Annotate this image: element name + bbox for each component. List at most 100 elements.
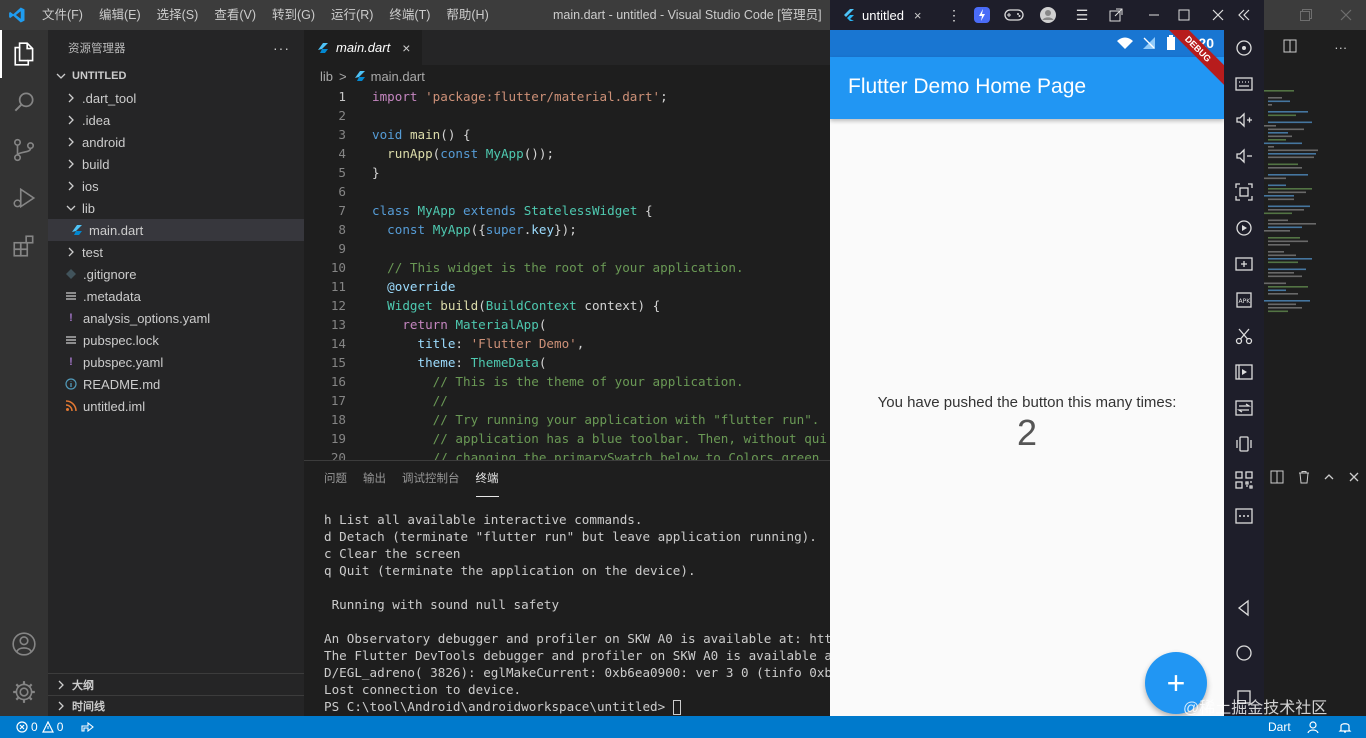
more-horizontal-icon[interactable] bbox=[1224, 502, 1264, 530]
tree-item[interactable]: .gitignore bbox=[48, 263, 304, 285]
location-icon[interactable] bbox=[1224, 34, 1264, 62]
text-file-icon bbox=[64, 289, 78, 303]
video-record-icon[interactable] bbox=[1224, 358, 1264, 386]
tree-item[interactable]: .metadata bbox=[48, 285, 304, 307]
volume-down-icon[interactable] bbox=[1224, 142, 1264, 170]
menu-go[interactable]: 转到(G) bbox=[264, 0, 323, 30]
chevron-up-icon[interactable] bbox=[1323, 470, 1335, 486]
search-activity-button[interactable] bbox=[0, 78, 48, 126]
add-screen-icon[interactable] bbox=[1224, 250, 1264, 278]
tree-item[interactable]: lib bbox=[48, 197, 304, 219]
rotate-icon[interactable] bbox=[1224, 214, 1264, 242]
tab-main-dart[interactable]: main.dart × bbox=[304, 30, 422, 65]
terminal-line: D/EGL_adreno( 3826): eglMakeCurrent: 0xb… bbox=[324, 665, 830, 680]
accounts-activity-button[interactable] bbox=[0, 620, 48, 668]
external-window-icon[interactable] bbox=[1106, 5, 1126, 25]
menu-view[interactable]: 查看(V) bbox=[206, 0, 264, 30]
language-mode-status[interactable]: Dart bbox=[1268, 716, 1291, 738]
menu-selection[interactable]: 选择(S) bbox=[149, 0, 207, 30]
tree-item-label: .metadata bbox=[83, 288, 141, 304]
tree-item[interactable]: ! pubspec.yaml bbox=[48, 351, 304, 373]
tree-item[interactable]: android bbox=[48, 131, 304, 153]
trash-icon[interactable] bbox=[1297, 470, 1311, 487]
tree-item-label: pubspec.lock bbox=[83, 332, 159, 348]
tree-item[interactable]: pubspec.lock bbox=[48, 329, 304, 351]
info-file-icon bbox=[64, 377, 78, 391]
terminal-output[interactable]: h List all available interactive command… bbox=[324, 511, 830, 715]
sync-icon[interactable] bbox=[1224, 394, 1264, 422]
shake-icon[interactable] bbox=[1224, 430, 1264, 458]
tree-item[interactable]: main.dart bbox=[48, 219, 304, 241]
app-shortcut-icon[interactable] bbox=[972, 5, 992, 25]
tab-close-button[interactable]: × bbox=[402, 40, 410, 56]
breadcrumb-folder[interactable]: lib bbox=[320, 69, 333, 84]
manage-activity-button[interactable] bbox=[0, 668, 48, 716]
outline-section-header[interactable]: 大纲 bbox=[48, 673, 304, 695]
tree-item[interactable]: ! analysis_options.yaml bbox=[48, 307, 304, 329]
menu-edit[interactable]: 编辑(E) bbox=[91, 0, 149, 30]
menu-file[interactable]: 文件(F) bbox=[34, 0, 91, 30]
gamepad-icon[interactable] bbox=[1004, 5, 1024, 25]
more-actions-button[interactable]: ··· bbox=[273, 40, 290, 56]
scissors-icon[interactable] bbox=[1224, 322, 1264, 350]
back-icon[interactable] bbox=[1224, 594, 1264, 622]
problems-status[interactable]: 0 0 bbox=[16, 716, 63, 738]
restore-window-button[interactable] bbox=[1286, 0, 1326, 30]
keyboard-icon[interactable] bbox=[1224, 70, 1264, 98]
workspace-section-header[interactable]: UNTITLED bbox=[48, 65, 304, 87]
tree-item[interactable]: .dart_tool bbox=[48, 87, 304, 109]
source-control-activity-button[interactable] bbox=[0, 126, 48, 174]
tree-item[interactable]: README.md bbox=[48, 373, 304, 395]
maximize-icon[interactable] bbox=[1174, 5, 1194, 25]
more-icon[interactable]: ··· bbox=[1334, 40, 1347, 55]
run-debug-activity-button[interactable] bbox=[0, 174, 48, 222]
explorer-activity-button[interactable] bbox=[0, 30, 48, 78]
tab-output[interactable]: 输出 bbox=[363, 461, 386, 497]
extensions-activity-button[interactable] bbox=[0, 222, 48, 270]
breadcrumb-file[interactable]: main.dart bbox=[371, 69, 425, 84]
close-icon[interactable] bbox=[1348, 470, 1360, 486]
close-icon[interactable] bbox=[1208, 5, 1228, 25]
tree-item[interactable]: build bbox=[48, 153, 304, 175]
minimap-line bbox=[1268, 307, 1302, 309]
terminal-prompt-line[interactable]: PS C:\tool\Android\androidworkspace\unti… bbox=[324, 698, 830, 715]
tree-item[interactable]: .idea bbox=[48, 109, 304, 131]
code-line: 16 // This is the theme of your applicat… bbox=[304, 372, 830, 391]
feedback-status[interactable] bbox=[1306, 716, 1320, 738]
collapse-sidebar-icon[interactable] bbox=[1234, 5, 1254, 25]
code-editor[interactable]: 1 import 'package:flutter/material.dart';… bbox=[304, 87, 830, 460]
timeline-section-header[interactable]: 时间线 bbox=[48, 695, 304, 716]
more-vertical-icon[interactable]: ⋮ bbox=[944, 5, 964, 25]
minimap-line bbox=[1268, 146, 1274, 148]
apk-install-icon[interactable]: APK bbox=[1224, 286, 1264, 314]
volume-up-icon[interactable] bbox=[1224, 106, 1264, 134]
tree-item[interactable]: test bbox=[48, 241, 304, 263]
notifications-status[interactable] bbox=[1338, 716, 1352, 738]
menu-run[interactable]: 运行(R) bbox=[323, 0, 381, 30]
minimize-icon[interactable] bbox=[1144, 5, 1164, 25]
tree-item[interactable]: untitled.iml bbox=[48, 395, 304, 417]
avatar[interactable] bbox=[1038, 5, 1058, 25]
line-number: 10 bbox=[330, 260, 346, 275]
code-line: 3 void main() { bbox=[304, 125, 830, 144]
qr-code-icon[interactable] bbox=[1224, 466, 1264, 494]
close-window-button[interactable] bbox=[1326, 0, 1366, 30]
tab-debug-console[interactable]: 调试控制台 bbox=[402, 461, 460, 497]
menu-terminal[interactable]: 终端(T) bbox=[381, 0, 438, 30]
emulator-tab-close[interactable]: × bbox=[914, 8, 922, 23]
minimap-line bbox=[1268, 258, 1312, 260]
menu-help[interactable]: 帮助(H) bbox=[438, 0, 496, 30]
home-icon[interactable] bbox=[1224, 639, 1264, 667]
split-editor-icon[interactable] bbox=[1283, 39, 1297, 56]
wifi-icon bbox=[1117, 37, 1133, 49]
tab-problems[interactable]: 问题 bbox=[324, 461, 347, 497]
tree-item[interactable]: ios bbox=[48, 175, 304, 197]
tab-terminal[interactable]: 终端 bbox=[475, 461, 499, 497]
emulator-tab[interactable]: untitled × bbox=[842, 0, 922, 30]
menu-icon[interactable]: ☰ bbox=[1072, 5, 1092, 25]
live-share-status[interactable] bbox=[80, 716, 94, 738]
minimap-line bbox=[1264, 125, 1276, 127]
split-terminal-icon[interactable] bbox=[1270, 470, 1284, 487]
fullscreen-icon[interactable] bbox=[1224, 178, 1264, 206]
